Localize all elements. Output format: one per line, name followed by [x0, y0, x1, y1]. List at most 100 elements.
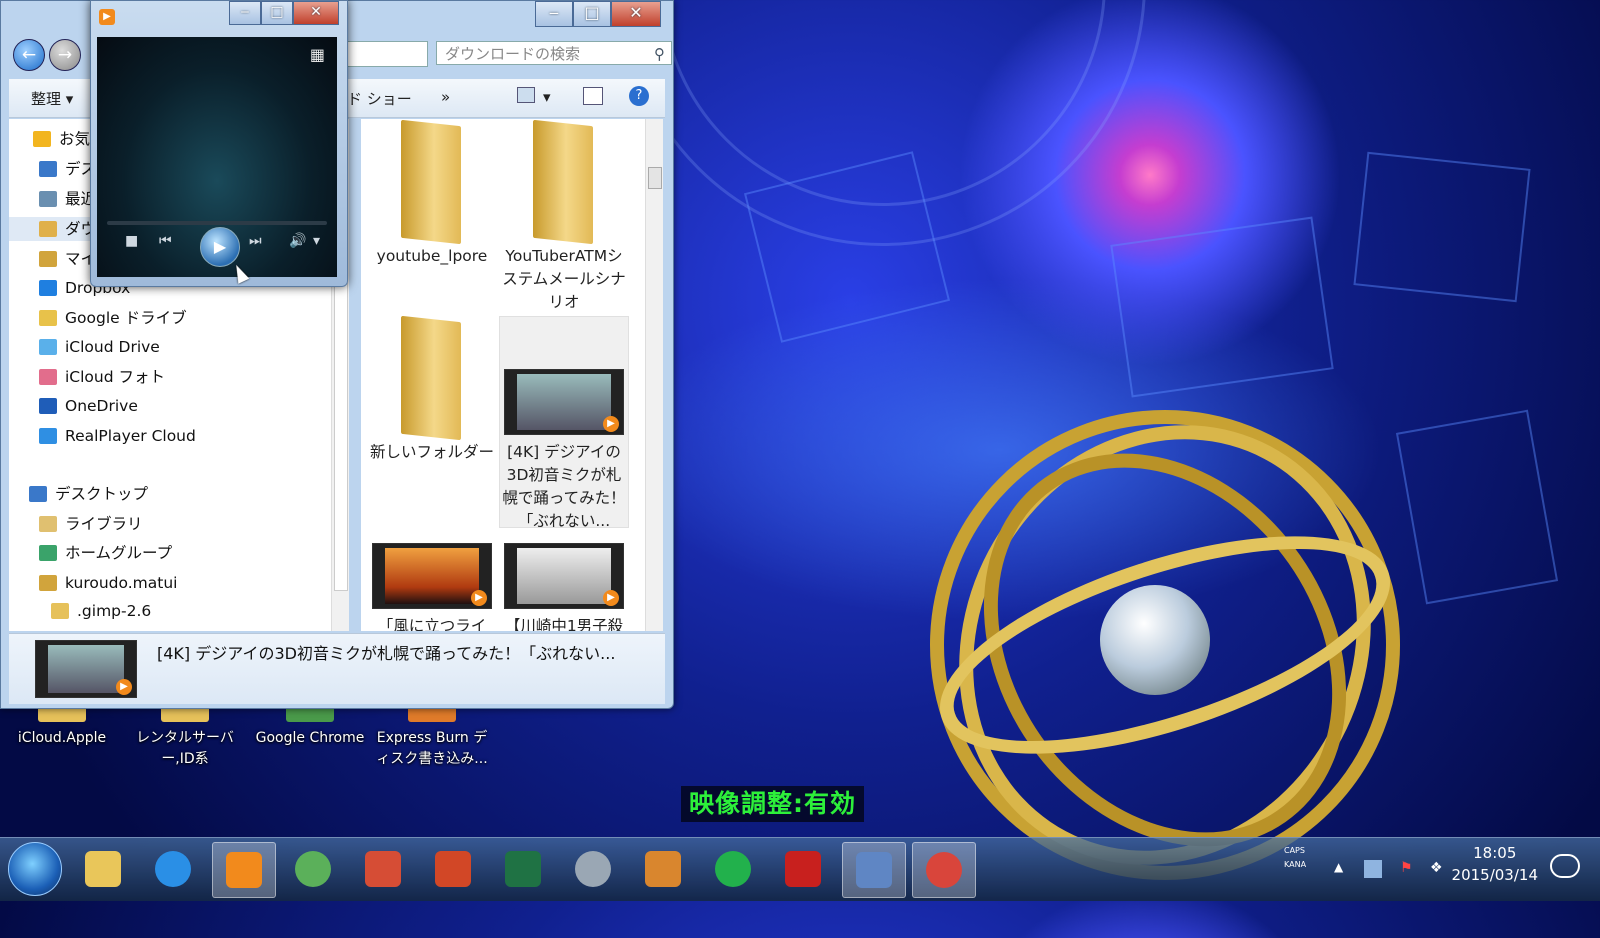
- nav-item-homegroup[interactable]: ホームグループ: [39, 541, 172, 565]
- nav-item-recent[interactable]: 最近: [39, 187, 96, 211]
- video-item[interactable]: ▶ 「風に立つライ: [367, 543, 497, 631]
- video-area[interactable]: ▦ ■ ⏮ ▶ ⏭ 🔊 ▾: [97, 37, 337, 277]
- taskbar-app-internet-explorer[interactable]: [142, 842, 204, 896]
- nav-item-icloud-photos[interactable]: iCloud フォト: [39, 365, 165, 389]
- taskbar-app-line[interactable]: [702, 842, 764, 896]
- line-icon: [715, 851, 751, 887]
- video-adjust-osd: 映像調整:有効: [681, 786, 864, 822]
- clock[interactable]: 18:05 2015/03/14: [1452, 842, 1538, 886]
- taskbar-app-excel[interactable]: [492, 842, 554, 896]
- item-label: 【川崎中1男子殺: [504, 617, 624, 631]
- search-icon[interactable]: ⚲: [654, 42, 665, 66]
- folder-item[interactable]: youtube_lpore: [367, 123, 497, 268]
- nav-item-libraries[interactable]: ライブラリ: [39, 512, 143, 536]
- stop-icon[interactable]: ■: [125, 233, 138, 249]
- nav-item-onedrive[interactable]: OneDrive: [39, 394, 138, 418]
- next-icon[interactable]: ⏭: [249, 233, 262, 249]
- nav-item-gimp[interactable]: .gimp-2.6: [51, 599, 151, 623]
- nav-item-icloud-drive[interactable]: iCloud Drive: [39, 335, 160, 359]
- dropbox-icon: [39, 280, 57, 296]
- view-dropdown-icon[interactable]: ▾: [543, 88, 551, 106]
- seek-bar[interactable]: [107, 221, 327, 225]
- network-icon[interactable]: [1364, 860, 1382, 878]
- nav-item-google-drive[interactable]: Google ドライブ: [39, 306, 187, 330]
- slideshow-button[interactable]: ド ショー: [347, 88, 412, 109]
- maximize-button[interactable]: □: [573, 1, 611, 27]
- close-button[interactable]: ✕: [611, 1, 661, 27]
- nav-item-desktop-root[interactable]: デスクトップ: [29, 482, 148, 506]
- taskbar-app-photo[interactable]: [352, 842, 414, 896]
- desktop-icon-express-burn[interactable]: Express Burn デ ィスク書き込み...: [372, 700, 492, 770]
- minimize-button[interactable]: ‒: [535, 1, 573, 27]
- player-close-button[interactable]: ✕: [293, 1, 339, 25]
- details-thumbnail: ▶: [35, 640, 137, 698]
- scroll-thumb[interactable]: [648, 167, 662, 189]
- nav-label: RealPlayer Cloud: [65, 427, 196, 445]
- action-center-icon[interactable]: ⚑: [1400, 860, 1418, 878]
- start-button[interactable]: [8, 842, 62, 896]
- player-maximize-button[interactable]: □: [261, 1, 293, 25]
- nav-label: iCloud フォト: [65, 368, 166, 386]
- taskbar-app-movie-maker[interactable]: [842, 842, 906, 898]
- folder-item[interactable]: 新しいフォルダー: [367, 319, 497, 464]
- folder-item[interactable]: YouTuberATMシステムメールシナリオ: [499, 123, 629, 314]
- taskbar-app-film[interactable]: [562, 842, 624, 896]
- view-options-icon[interactable]: [517, 87, 535, 103]
- previous-icon[interactable]: ⏮: [159, 233, 172, 249]
- file-list: youtube_lpore YouTuberATMシステムメールシナリオ 新しい…: [361, 119, 646, 631]
- desktop-icon: [39, 161, 57, 177]
- thumbnail-frame: [517, 548, 611, 604]
- powerpoint-icon: [435, 851, 471, 887]
- thumbnail-frame: [48, 645, 124, 693]
- nav-item-desktop[interactable]: デス: [39, 157, 96, 181]
- taskbar-app-powerpoint[interactable]: [422, 842, 484, 896]
- nav-label: Google ドライブ: [65, 309, 187, 327]
- desktop-icon: [29, 486, 47, 502]
- taskbar-app-media-player[interactable]: [212, 842, 276, 898]
- volume-dropdown-icon[interactable]: ▾: [313, 233, 320, 249]
- nav-label: kuroudo.matui: [65, 574, 178, 592]
- back-icon[interactable]: ←: [13, 39, 45, 71]
- nav-label: ホームグループ: [65, 544, 173, 562]
- item-label: 「風に立つライ: [377, 617, 487, 631]
- file-explorer-icon: [85, 851, 121, 887]
- item-label: youtube_lpore: [376, 247, 488, 265]
- taskbar-app-file-explorer[interactable]: [72, 842, 134, 896]
- help-icon[interactable]: ?: [629, 86, 649, 106]
- media-player-window: ▶ ‒ □ ✕ ▦ ■ ⏮ ▶ ⏭ 🔊 ▾: [90, 0, 348, 287]
- taskbar-app-chrome[interactable]: [912, 842, 976, 898]
- my-folder-icon: [39, 251, 57, 267]
- taskbar-app-recycle[interactable]: [282, 842, 344, 896]
- play-badge-icon: ▶: [603, 416, 619, 432]
- star-icon: [33, 131, 51, 147]
- desktop-icon-rental-server[interactable]: レンタルサーバ ー,ID系: [125, 700, 245, 770]
- organize-button[interactable]: 整理 ▾: [31, 88, 73, 109]
- recent-places-icon: [39, 191, 57, 207]
- folder-icon: [397, 123, 467, 241]
- taskbar: CAPS KANA ▲ ⚑ ❖ 18:05 2015/03/14: [0, 837, 1600, 901]
- nav-item-my-folder[interactable]: マイ: [39, 247, 96, 271]
- dropbox-tray-icon[interactable]: ❖: [1430, 860, 1448, 878]
- switch-to-library-icon[interactable]: ▦: [310, 45, 325, 64]
- weather-icon[interactable]: [1550, 854, 1580, 878]
- taskbar-app-editor[interactable]: [632, 842, 694, 896]
- more-commands-button[interactable]: »: [441, 88, 450, 106]
- search-input[interactable]: ダウンロードの検索 ⚲: [436, 41, 672, 65]
- background-grid: [1110, 216, 1334, 398]
- nav-item-realplayer-cloud[interactable]: RealPlayer Cloud: [39, 424, 196, 448]
- taskbar-app-landing[interactable]: [772, 842, 834, 896]
- folder-icon: [529, 123, 599, 241]
- play-button[interactable]: ▶: [200, 227, 240, 267]
- nav-item-user[interactable]: kuroudo.matui: [39, 571, 177, 595]
- volume-icon[interactable]: 🔊: [289, 233, 306, 249]
- nav-item-favorites[interactable]: お気: [33, 127, 90, 151]
- video-item-selected[interactable]: ▶ [4K] デジアイの3D初音ミクが札幌で踊ってみた！「ぶれない...: [499, 316, 629, 530]
- address-bar[interactable]: [346, 41, 428, 67]
- player-minimize-button[interactable]: ‒: [229, 1, 261, 25]
- desktop-icon-label: レンタルサーバ ー,ID系: [136, 730, 234, 767]
- preview-pane-icon[interactable]: [583, 87, 603, 105]
- forward-icon[interactable]: →: [49, 39, 81, 71]
- video-item[interactable]: ▶ 【川崎中1男子殺: [499, 543, 629, 631]
- show-hidden-icons-icon[interactable]: ▲: [1334, 860, 1352, 878]
- file-list-scrollbar[interactable]: [645, 119, 663, 631]
